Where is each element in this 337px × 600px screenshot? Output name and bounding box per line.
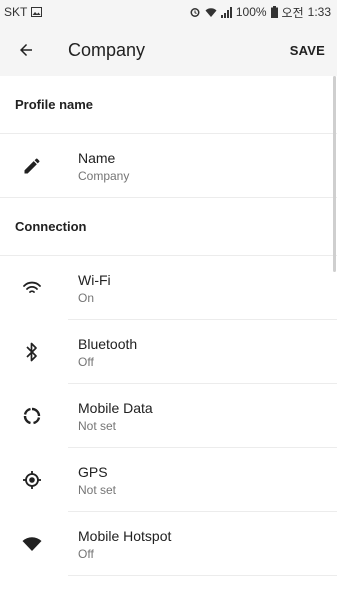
list-item-wifi[interactable]: Wi-Fi On [0, 256, 337, 320]
status-bar-left: SKT [4, 5, 43, 19]
clock: 1:33 [307, 5, 331, 19]
list-item-mobile-hotspot[interactable]: Mobile Hotspot Off [0, 512, 337, 576]
status-bar: SKT 100% 오전 1:33 [0, 0, 337, 24]
gps-icon [0, 448, 64, 512]
arrow-back-icon [20, 44, 32, 56]
list-item-label: GPS [78, 463, 108, 480]
mobile-data-icon [0, 384, 64, 448]
image-notification-icon [31, 7, 43, 17]
list-item-label: Wi-Fi [78, 271, 111, 288]
settings-list: Profile name Name Company Connection Wi-… [0, 76, 337, 600]
scrollbar[interactable] [333, 76, 336, 272]
list-item-label: Mobile Data [78, 399, 153, 416]
signal-icon [220, 6, 232, 18]
edit-pencil-icon [0, 134, 64, 198]
app-bar: Company SAVE [0, 24, 337, 76]
list-item-mobile-data[interactable]: Mobile Data Not set [0, 384, 337, 448]
battery-percent: 100% [235, 5, 267, 19]
hotspot-icon [0, 512, 64, 576]
list-item-value: Not set [78, 482, 117, 497]
save-button[interactable]: SAVE [290, 43, 325, 58]
list-item-label: Mobile Hotspot [78, 527, 172, 544]
back-button[interactable] [0, 24, 52, 76]
list-item-value: Not set [78, 418, 117, 433]
status-bar-right: 100% 오전 1:33 [189, 4, 331, 21]
battery-icon [270, 6, 278, 18]
list-item-value: Off [78, 546, 94, 561]
list-item-bluetooth[interactable]: Bluetooth Off [0, 320, 337, 384]
alarm-icon [189, 6, 201, 18]
list-item-value: Company [78, 168, 130, 183]
list-item-label: Bluetooth [78, 335, 138, 352]
section-header-profile-name: Profile name [0, 76, 337, 134]
list-item-label: Name [78, 149, 116, 166]
carrier-label: SKT [4, 5, 28, 19]
divider [68, 575, 337, 576]
divider [0, 197, 337, 198]
list-item-value: On [78, 290, 95, 305]
list-item-name[interactable]: Name Company [0, 134, 337, 198]
wifi-icon [0, 256, 64, 320]
bluetooth-icon [0, 320, 64, 384]
list-item-value: Off [78, 354, 94, 369]
section-header-connection: Connection [0, 198, 337, 256]
wifi-status-icon [205, 7, 217, 18]
list-item-gps[interactable]: GPS Not set [0, 448, 337, 512]
time-period: 오전 [281, 5, 304, 20]
page-title: Company [68, 39, 146, 60]
